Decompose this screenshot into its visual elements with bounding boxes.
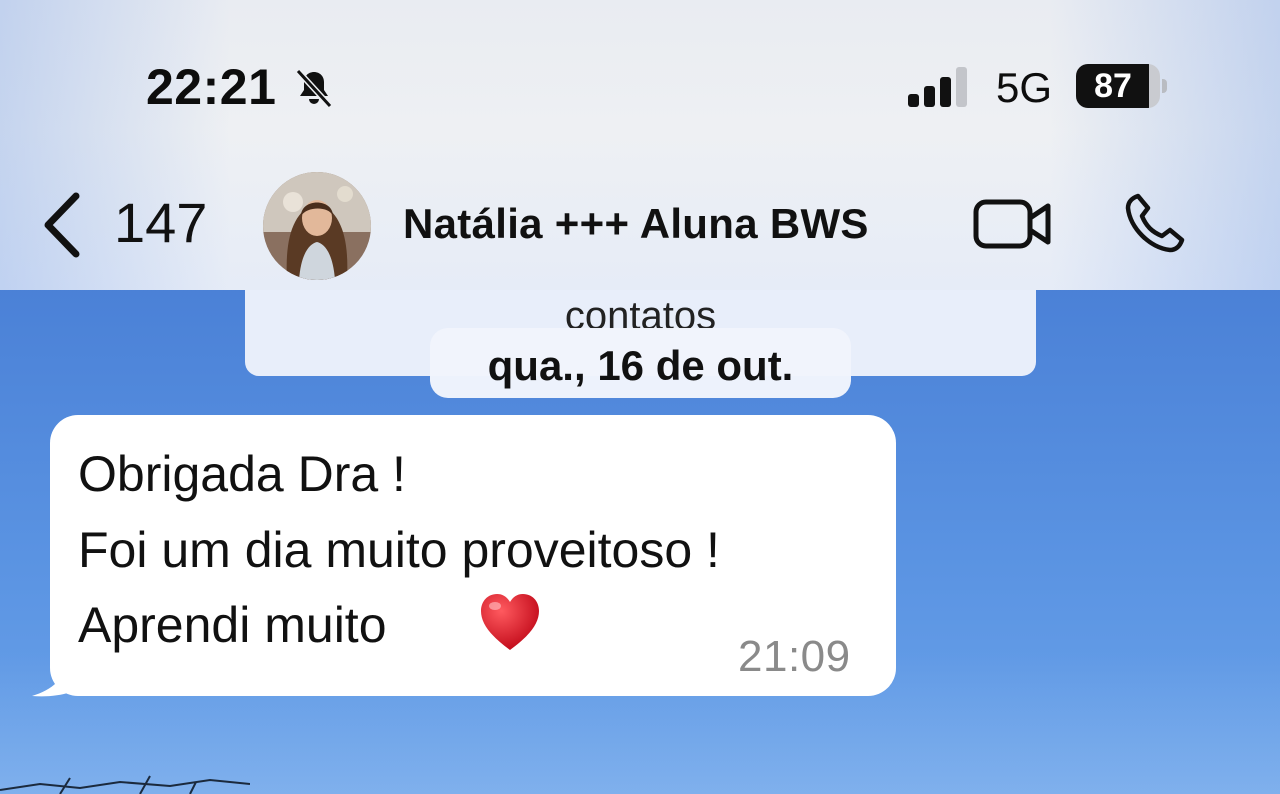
video-camera-icon[interactable] xyxy=(972,196,1054,252)
date-separator: qua., 16 de out. xyxy=(430,328,851,398)
chat-screen: 22:21 5G 87 147 Natália +++ Aluna BWS co… xyxy=(0,0,1280,794)
signal-bars-icon xyxy=(908,67,967,107)
bell-slash-icon xyxy=(295,68,333,109)
back-unread-count[interactable]: 147 xyxy=(114,190,207,255)
heart-icon xyxy=(481,594,539,650)
message-line: Foi um dia muito proveitoso ! xyxy=(78,522,720,578)
message-line: Aprendi muito xyxy=(78,597,387,653)
chevron-left-icon[interactable] xyxy=(38,190,88,260)
message-line: Obrigada Dra ! xyxy=(78,446,406,502)
battery-percent: 87 xyxy=(1094,67,1132,105)
message-time: 21:09 xyxy=(738,632,851,681)
contact-name[interactable]: Natália +++ Aluna BWS xyxy=(403,200,869,248)
battery-nub xyxy=(1162,79,1167,93)
phone-icon[interactable] xyxy=(1122,190,1188,256)
wallpaper-branches xyxy=(0,775,250,794)
battery-body: 87 xyxy=(1076,64,1160,108)
network-type: 5G xyxy=(996,64,1053,111)
avatar[interactable] xyxy=(263,172,371,280)
status-time: 22:21 xyxy=(146,59,277,115)
battery-icon: 87 xyxy=(1076,64,1168,108)
